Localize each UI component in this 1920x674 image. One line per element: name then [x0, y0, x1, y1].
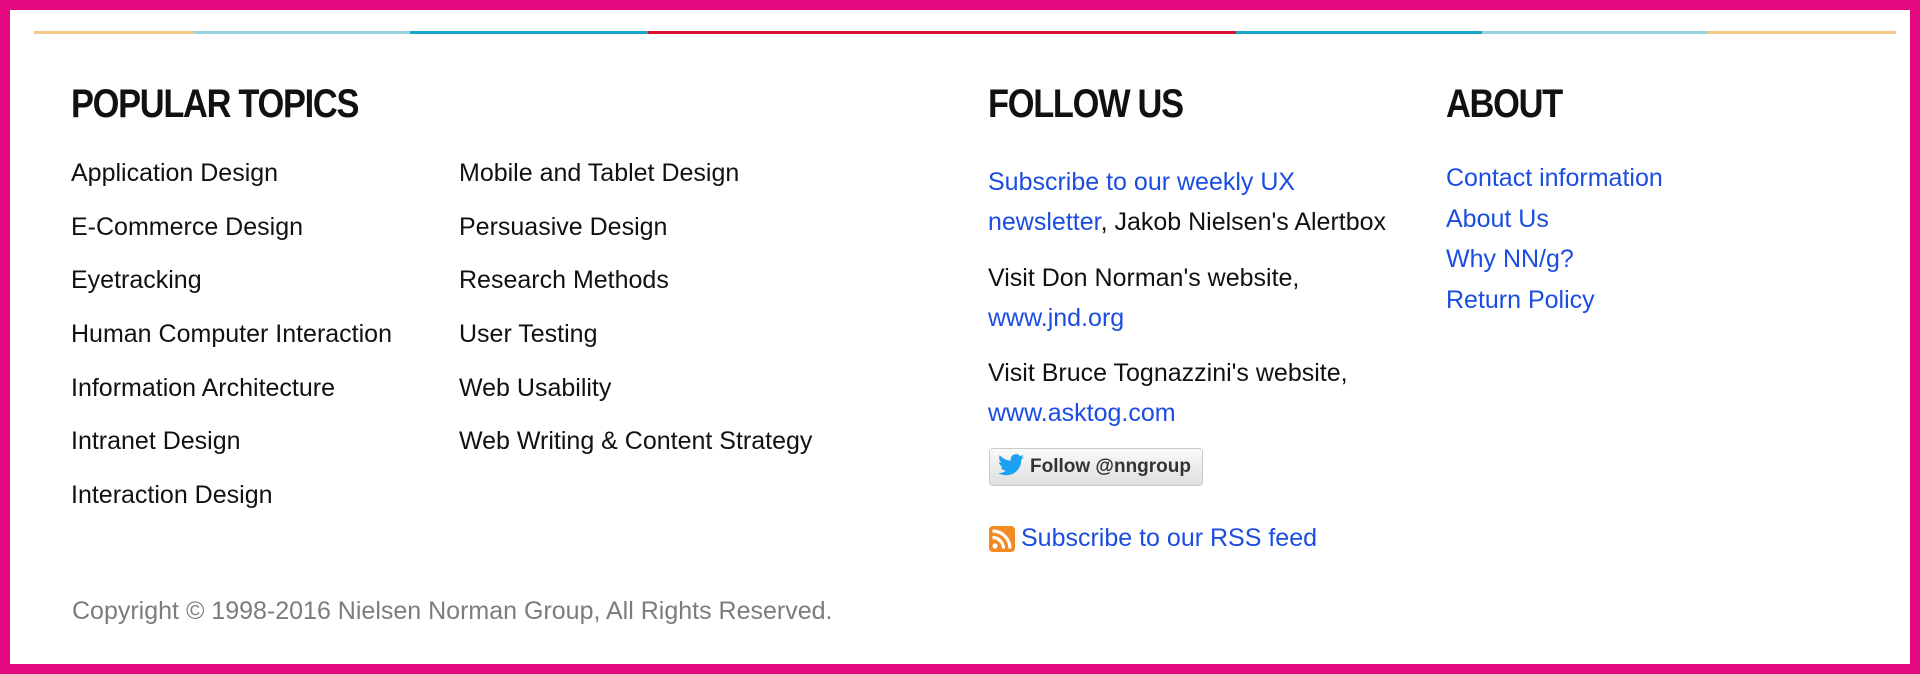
about-item: Why NN/g? — [1446, 239, 1663, 280]
why-nng-link[interactable]: Why NN/g? — [1446, 245, 1574, 273]
return-policy-link[interactable]: Return Policy — [1446, 286, 1595, 314]
about-item: Contact information — [1446, 158, 1663, 199]
topic-link[interactable]: Web Usability — [459, 373, 812, 427]
copyright-text: Copyright © 1998-2016 Nielsen Norman Gro… — [72, 597, 833, 625]
about-item: About Us — [1446, 199, 1663, 240]
twitter-follow-label: Follow @nngroup — [1030, 456, 1191, 477]
norman-label: Visit Don Norman's website, — [988, 264, 1300, 292]
stripe-segment — [1708, 31, 1896, 34]
topic-link[interactable]: Mobile and Tablet Design — [459, 158, 812, 212]
rss-link[interactable]: Subscribe to our RSS feed — [1021, 524, 1317, 553]
about-item: Return Policy — [1446, 280, 1663, 321]
stripe-segment — [410, 31, 648, 34]
topic-link[interactable]: Information Architecture — [71, 373, 392, 427]
about-heading: ABOUT — [1446, 82, 1563, 126]
about-links: Contact information About Us Why NN/g? R… — [1446, 158, 1663, 320]
color-stripe-divider — [34, 31, 1896, 34]
topic-link[interactable]: Research Methods — [459, 265, 812, 319]
popular-topics-heading: POPULAR TOPICS — [71, 82, 359, 126]
topic-link[interactable]: Interaction Design — [71, 480, 392, 534]
topics-column-2: Mobile and Tablet Design Persuasive Desi… — [459, 158, 812, 480]
stripe-segment — [194, 31, 410, 34]
topic-link[interactable]: Human Computer Interaction — [71, 319, 392, 373]
newsletter-text: Subscribe to our weekly UX newsletter, J… — [988, 162, 1408, 242]
rss-subscribe[interactable]: Subscribe to our RSS feed — [989, 524, 1317, 553]
newsletter-suffix: , Jakob Nielsen's Alertbox — [1100, 208, 1387, 236]
stripe-segment — [1482, 31, 1708, 34]
asktog-link[interactable]: www.asktog.com — [988, 399, 1176, 427]
stripe-segment — [648, 31, 1236, 34]
contact-information-link[interactable]: Contact information — [1446, 164, 1663, 192]
twitter-follow-button[interactable]: Follow @nngroup — [989, 448, 1203, 486]
follow-us-heading: FOLLOW US — [988, 82, 1184, 126]
topic-link[interactable]: E-Commerce Design — [71, 212, 392, 266]
tog-text: Visit Bruce Tognazzini's website, www.as… — [988, 353, 1408, 433]
topic-link[interactable]: Persuasive Design — [459, 212, 812, 266]
jnd-link[interactable]: www.jnd.org — [988, 304, 1124, 332]
about-us-link[interactable]: About Us — [1446, 205, 1549, 233]
topic-link[interactable]: Intranet Design — [71, 426, 392, 480]
stripe-segment — [34, 31, 194, 34]
norman-text: Visit Don Norman's website, www.jnd.org — [988, 258, 1408, 338]
topic-link[interactable]: Eyetracking — [71, 265, 392, 319]
topic-link[interactable]: User Testing — [459, 319, 812, 373]
stripe-segment — [1236, 31, 1482, 34]
topic-link[interactable]: Web Writing & Content Strategy — [459, 426, 812, 480]
topic-link[interactable]: Application Design — [71, 158, 392, 212]
rss-icon — [989, 525, 1015, 552]
footer: POPULAR TOPICS Application Design E-Comm… — [10, 10, 1910, 664]
twitter-bird-icon — [998, 453, 1024, 481]
topics-column-1: Application Design E-Commerce Design Eye… — [71, 158, 392, 534]
tog-label: Visit Bruce Tognazzini's website, — [988, 359, 1348, 387]
